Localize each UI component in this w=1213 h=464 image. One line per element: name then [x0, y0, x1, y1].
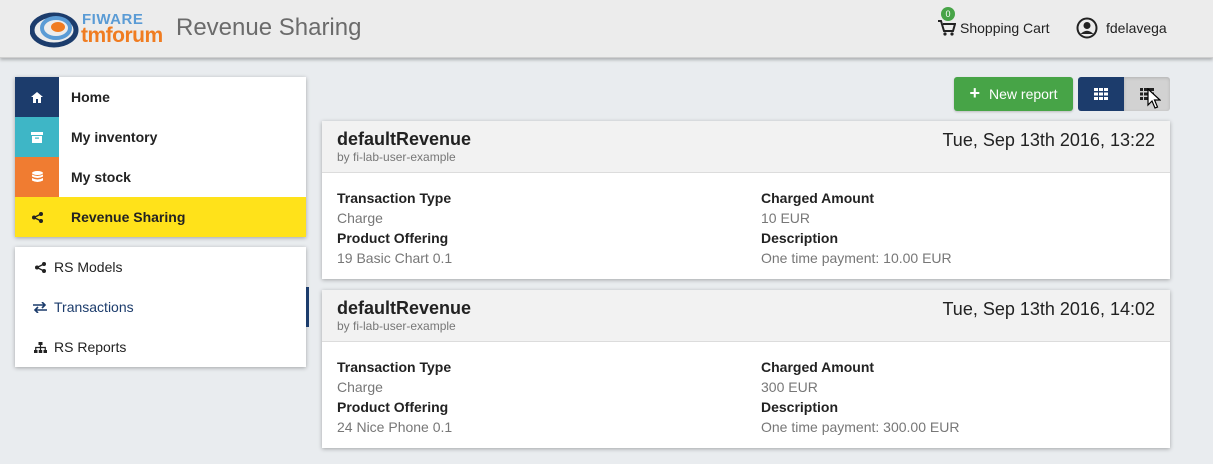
product-offering-label: Product Offering [337, 399, 449, 415]
sidebar-menu: Home My inventory My stock Revenue Shari… [15, 77, 306, 237]
description-value: One time payment: 10.00 EUR [761, 250, 952, 266]
revenue-sharing-subnav: RS Models Transactions RS Reports [15, 247, 309, 367]
fiware-tmforum-logo[interactable]: FIWARE tmforum [30, 8, 170, 52]
username: fdelavega [1106, 20, 1167, 36]
report-card-body: Transaction Type Charge Product Offering… [322, 173, 1170, 279]
shopping-cart-link[interactable]: Shopping Cart [938, 18, 1050, 38]
product-offering-label: Product Offering [337, 230, 449, 246]
report-title: defaultRevenue [337, 129, 472, 149]
description-label: Description [761, 399, 839, 415]
share-icon [15, 197, 59, 237]
subnav-item-label: RS Models [54, 259, 123, 275]
transaction-type-value: Charge [337, 210, 383, 226]
report-card[interactable]: defaultRevenue by fi-lab-user-example Tu… [322, 121, 1170, 279]
grid-view-button[interactable] [1078, 77, 1124, 111]
grid-icon [1094, 88, 1108, 100]
sidebar-item-label: Home [71, 89, 110, 105]
mouse-cursor-icon [1147, 88, 1161, 109]
product-offering-value: 19 Basic Chart 0.1 [337, 250, 453, 266]
cart-count-badge: 0 [941, 7, 955, 21]
user-circle-icon [1076, 17, 1098, 39]
sidebar-item-my-stock[interactable]: My stock [15, 157, 306, 197]
description-label: Description [761, 230, 839, 246]
subnav-item-rs-models[interactable]: RS Models [15, 247, 306, 287]
subnav-item-transactions[interactable]: Transactions [15, 287, 309, 327]
sidebar-item-home[interactable]: Home [15, 77, 306, 117]
cart-icon [938, 20, 956, 36]
cart-label: Shopping Cart [960, 20, 1050, 36]
charged-amount-value: 300 EUR [761, 379, 818, 395]
report-card-header: defaultRevenue by fi-lab-user-example Tu… [322, 121, 1170, 173]
user-menu[interactable]: fdelavega [1076, 16, 1167, 40]
sitemap-icon [33, 340, 47, 354]
subnav-item-rs-reports[interactable]: RS Reports [15, 327, 306, 367]
exchange-icon [33, 300, 47, 314]
report-card-body: Transaction Type Charge Product Offering… [322, 342, 1170, 448]
product-offering-value: 24 Nice Phone 0.1 [337, 419, 453, 435]
page-title: Revenue Sharing [176, 14, 362, 41]
home-icon [15, 77, 59, 117]
transaction-type-label: Transaction Type [337, 190, 452, 206]
charged-amount-label: Charged Amount [761, 190, 875, 206]
subnav-item-label: Transactions [54, 299, 134, 315]
sidebar-item-revenue-sharing[interactable]: Revenue Sharing [15, 197, 306, 237]
top-navbar: FIWARE tmforum Revenue Sharing Shopping … [0, 0, 1213, 58]
archive-icon [15, 117, 59, 157]
charged-amount-value: 10 EUR [761, 210, 811, 226]
sidebar-item-my-inventory[interactable]: My inventory [15, 117, 306, 157]
sidebar-item-label: My inventory [71, 129, 158, 145]
sidebar-item-label: My stock [71, 169, 131, 185]
charged-amount-label: Charged Amount [761, 359, 875, 375]
report-date: Tue, Sep 13th 2016, 14:02 [942, 299, 1155, 319]
description-value: One time payment: 300.00 EUR [761, 419, 960, 435]
report-author: by fi-lab-user-example [337, 319, 456, 333]
new-report-label: New report [989, 86, 1058, 102]
logo-swirl-icon [30, 12, 79, 48]
report-title: defaultRevenue [337, 298, 472, 318]
report-date: Tue, Sep 13th 2016, 13:22 [942, 130, 1155, 150]
plus-icon: + [969, 82, 981, 103]
share-icon [33, 260, 47, 274]
transaction-type-label: Transaction Type [337, 359, 452, 375]
subnav-item-label: RS Reports [54, 339, 127, 355]
report-card[interactable]: defaultRevenue by fi-lab-user-example Tu… [322, 290, 1170, 448]
logo-text-tmforum: tmforum [81, 24, 163, 47]
database-icon [15, 157, 59, 197]
report-author: by fi-lab-user-example [337, 150, 456, 164]
report-card-header: defaultRevenue by fi-lab-user-example Tu… [322, 290, 1170, 342]
transaction-type-value: Charge [337, 379, 383, 395]
sidebar-item-label: Revenue Sharing [71, 209, 186, 225]
new-report-button[interactable]: + New report [954, 77, 1073, 111]
